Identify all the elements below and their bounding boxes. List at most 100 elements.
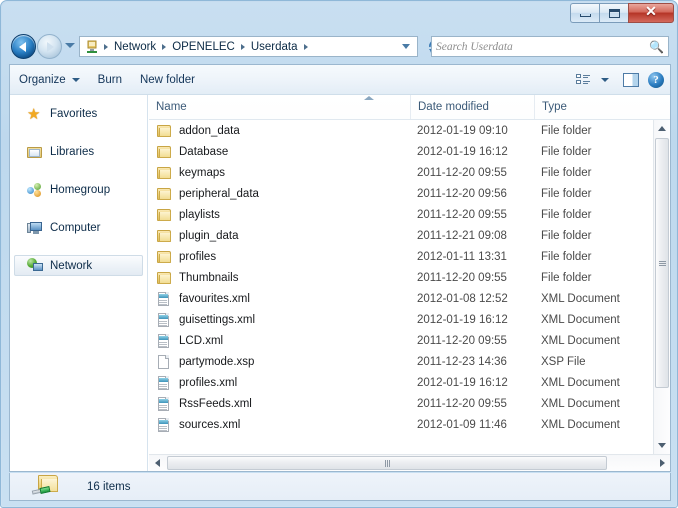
file-name-label: profiles <box>179 250 217 263</box>
table-row[interactable]: keymaps 2011-12-20 09:55 File folder <box>149 162 653 183</box>
breadcrumb-item-network[interactable]: Network <box>111 40 159 54</box>
horizontal-scrollbar[interactable] <box>149 454 670 471</box>
sidebar-item-homegroup[interactable]: Homegroup <box>14 179 143 200</box>
folder-icon <box>156 207 172 223</box>
scroll-up-button[interactable] <box>654 120 670 137</box>
sidebar-item-favorites[interactable]: ★ Favorites <box>14 103 143 124</box>
new-folder-button[interactable]: New folder <box>131 70 204 90</box>
command-toolbar: Organize Burn New folder ? <box>10 65 670 95</box>
network-icon <box>27 257 43 274</box>
toolbar-right-group: ? <box>576 65 664 95</box>
minimize-icon <box>579 14 591 17</box>
forward-button[interactable] <box>37 34 62 59</box>
folder-icon <box>156 144 172 160</box>
file-name-cell: profiles <box>156 249 406 265</box>
file-type-cell: XML Document <box>541 313 620 326</box>
file-date-cell: 2011-12-20 09:56 <box>417 187 507 200</box>
scroll-down-button[interactable] <box>654 437 670 454</box>
preview-pane-icon[interactable] <box>623 73 639 87</box>
scroll-left-button[interactable] <box>149 455 165 471</box>
file-date-cell: 2011-12-20 09:55 <box>417 334 507 347</box>
table-row[interactable]: partymode.xsp 2011-12-23 14:36 XSP File <box>149 351 653 372</box>
file-name-label: Thumbnails <box>179 271 239 284</box>
organize-button[interactable]: Organize <box>10 70 89 90</box>
table-row[interactable]: playlists 2011-12-20 09:55 File folder <box>149 204 653 225</box>
recent-locations-chevron-down-icon[interactable] <box>65 43 75 48</box>
file-type-cell: XSP File <box>541 355 586 368</box>
address-chevron-down-icon[interactable] <box>402 44 410 49</box>
column-header-label: Name <box>156 101 187 113</box>
file-name-cell: Database <box>156 144 406 160</box>
vertical-scrollbar-thumb[interactable] <box>655 138 669 388</box>
file-name-label: LCD.xml <box>179 334 224 347</box>
file-name-cell: LCD.xml <box>156 333 406 349</box>
table-row[interactable]: favourites.xml 2012-01-08 12:52 XML Docume… <box>149 288 653 309</box>
back-button[interactable] <box>11 34 36 59</box>
breadcrumb-separator-icon <box>240 43 245 50</box>
table-row[interactable]: peripheral_data 2011-12-20 09:56 File fold… <box>149 183 653 204</box>
triangle-right-icon <box>659 459 665 467</box>
horizontal-scrollbar-thumb[interactable] <box>167 456 607 470</box>
sidebar-item-libraries[interactable]: Libraries <box>14 141 143 162</box>
file-name-cell: favourites.xml <box>156 291 406 307</box>
file-type-cell: XML Document <box>541 418 620 431</box>
scroll-right-button[interactable] <box>654 455 670 471</box>
search-box[interactable]: Search Userdata 🔍 <box>431 36 669 57</box>
burn-button[interactable]: Burn <box>89 70 131 90</box>
chevron-down-icon <box>601 78 609 82</box>
table-row[interactable]: profiles 2012-01-11 13:31 File folder <box>149 246 653 267</box>
triangle-up-icon <box>658 126 666 131</box>
file-date-cell: 2011-12-20 09:55 <box>417 397 507 410</box>
minimize-button[interactable] <box>570 3 599 23</box>
file-name-label: sources.xml <box>179 418 241 431</box>
vertical-scrollbar[interactable] <box>653 120 670 454</box>
folder-icon <box>156 228 172 244</box>
change-view-button[interactable] <box>576 73 609 87</box>
table-row[interactable]: sources.xml 2012-01-09 11:46 XML Document <box>149 414 653 435</box>
file-date-cell: 2012-01-19 09:10 <box>417 124 508 137</box>
xml-file-icon <box>156 312 172 328</box>
help-icon[interactable]: ? <box>648 72 664 88</box>
forward-arrow-icon <box>47 41 54 52</box>
file-type-cell: XML Document <box>541 334 620 347</box>
column-header-label: Date modified <box>418 101 489 113</box>
sidebar-item-label: Network <box>50 259 93 272</box>
table-row[interactable]: Database 2012-01-19 16:12 File folder <box>149 141 653 162</box>
file-type-cell: File folder <box>541 271 592 284</box>
item-count-label: 16 items <box>87 480 131 493</box>
file-name-cell: sources.xml <box>156 417 406 433</box>
close-icon: ✕ <box>645 5 657 20</box>
title-bar: ✕ <box>1 1 678 29</box>
column-header-date-modified[interactable]: Date modified <box>411 95 535 119</box>
column-header-row: Name Date modified Type <box>149 95 670 120</box>
table-row[interactable]: guisettings.xml 2012-01-19 16:12 XML Docum… <box>149 309 653 330</box>
breadcrumb-separator-icon[interactable] <box>303 43 308 50</box>
file-date-cell: 2012-01-19 16:12 <box>417 313 508 326</box>
table-row[interactable]: RssFeeds.xml 2011-12-20 09:55 XML Document <box>149 393 653 414</box>
file-name-label: peripheral_data <box>179 187 259 200</box>
sidebar-item-computer[interactable]: Computer <box>14 217 143 238</box>
file-type-cell: File folder <box>541 229 592 242</box>
table-row[interactable]: plugin_data 2011-12-21 09:08 File folder <box>149 225 653 246</box>
file-date-cell: 2011-12-23 14:36 <box>417 355 507 368</box>
breadcrumb-item-userdata[interactable]: Userdata <box>248 40 301 54</box>
file-name-cell: plugin_data <box>156 228 406 244</box>
file-type-cell: File folder <box>541 166 592 179</box>
sidebar-item-label: Libraries <box>50 145 95 158</box>
search-input[interactable]: Search Userdata <box>436 41 649 53</box>
table-row[interactable]: profiles.xml 2012-01-19 16:12 XML Document <box>149 372 653 393</box>
close-button[interactable]: ✕ <box>628 3 674 23</box>
table-row[interactable]: LCD.xml 2011-12-20 09:55 XML Document <box>149 330 653 351</box>
chevron-down-icon <box>71 77 80 82</box>
sidebar-item-network[interactable]: Network <box>14 255 143 276</box>
column-header-type[interactable]: Type <box>535 95 655 119</box>
maximize-button[interactable] <box>599 3 628 23</box>
file-date-cell: 2012-01-09 11:46 <box>417 418 507 431</box>
table-row[interactable]: Thumbnails 2011-12-20 09:55 File folder <box>149 267 653 288</box>
xml-file-icon <box>156 417 172 433</box>
file-name-label: Database <box>179 145 229 158</box>
breadcrumb-item-openelec[interactable]: OPENELEC <box>169 40 238 54</box>
address-bar[interactable]: Network OPENELEC Userdata <box>79 36 418 57</box>
table-row[interactable]: addon_data 2012-01-19 09:10 File folder <box>149 120 653 141</box>
